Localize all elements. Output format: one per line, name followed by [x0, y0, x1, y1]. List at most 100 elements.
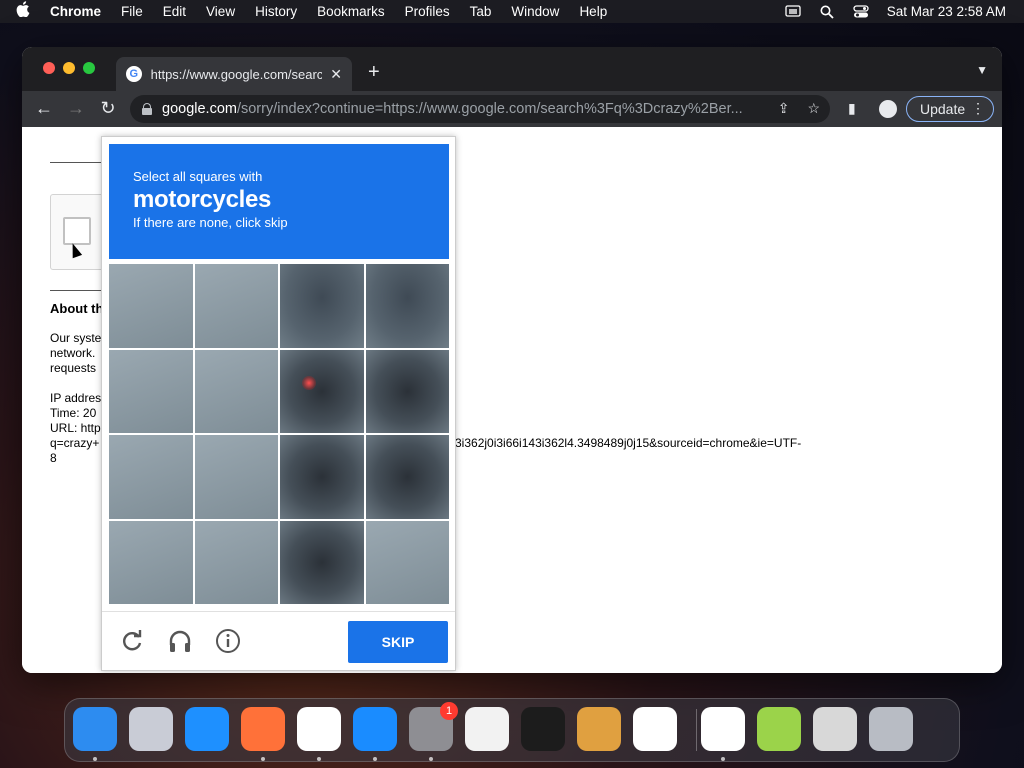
url-line-tail: 8 — [50, 451, 57, 465]
side-panel-icon[interactable]: ▮ — [848, 100, 856, 117]
textedit-dock-icon[interactable] — [465, 707, 509, 751]
tab-title: https://www.google.com/search — [150, 66, 323, 82]
captcha-tile[interactable] — [365, 349, 449, 433]
running-indicator — [373, 757, 377, 761]
menu-file[interactable]: File — [121, 4, 143, 19]
captcha-tile[interactable] — [109, 520, 193, 604]
bookmark-star-icon[interactable]: ☆ — [807, 100, 820, 117]
menu-window[interactable]: Window — [511, 4, 559, 19]
about-heading: About th — [50, 301, 104, 316]
browser-toolbar: ← → ↻ google.com /sorry/index?continue=h… — [22, 91, 1002, 127]
captcha-tile[interactable] — [194, 264, 278, 348]
apple-logo-icon[interactable] — [16, 1, 30, 22]
notification-badge: 1 — [440, 702, 458, 720]
menu-bookmarks[interactable]: Bookmarks — [317, 4, 385, 19]
dock: 1 — [64, 698, 960, 762]
app-store-dock-icon[interactable] — [353, 707, 397, 751]
menu-bar: Chrome File Edit View History Bookmarks … — [0, 0, 1024, 23]
spotlight-search-icon[interactable] — [819, 5, 835, 19]
headphones-icon[interactable] — [167, 628, 193, 654]
vscode-dock-icon[interactable] — [633, 707, 677, 751]
safari-dock-icon[interactable] — [185, 707, 229, 751]
captcha-hint: If there are none, click skip — [133, 215, 288, 230]
trash-dock-icon[interactable] — [869, 707, 913, 751]
launchpad-dock-icon[interactable] — [129, 707, 173, 751]
captcha-tile[interactable] — [194, 435, 278, 519]
new-tab-icon[interactable]: + — [368, 61, 380, 84]
captcha-tile[interactable] — [280, 435, 364, 519]
body-line: network. — [50, 346, 96, 360]
address-bar[interactable]: google.com /sorry/index?continue=https:/… — [130, 95, 830, 123]
menu-history[interactable]: History — [255, 4, 297, 19]
tab-google-sorry[interactable]: G https://www.google.com/search ✕ — [116, 57, 352, 91]
ip-address-line: IP addres — [50, 391, 102, 405]
body-line: Our syste — [50, 331, 102, 345]
zoom-window-button[interactable] — [83, 62, 95, 74]
url-line-tail: 3i362j0i3i66i143i362l4.3498489j0j15&sour… — [455, 436, 802, 450]
url-domain: google.com — [162, 101, 237, 117]
running-indicator — [93, 757, 97, 761]
screen-mirroring-icon[interactable] — [785, 5, 801, 19]
captcha-tile[interactable] — [280, 520, 364, 604]
chrome-dock-icon[interactable] — [297, 707, 341, 751]
more-menu-icon[interactable]: ⋮ — [971, 100, 985, 117]
system-settings-dock-icon[interactable]: 1 — [409, 702, 458, 751]
update-label: Update — [920, 101, 966, 117]
finder-dock-icon[interactable] — [73, 707, 117, 751]
minimize-window-button[interactable] — [63, 62, 75, 74]
visual-studio-dock-icon[interactable] — [701, 707, 745, 751]
reload-icon[interactable]: ↻ — [97, 98, 119, 119]
garageband-dock-icon[interactable] — [577, 707, 621, 751]
tail-light — [302, 375, 316, 390]
captcha-tile[interactable] — [365, 520, 449, 604]
time-line: Time: 20 — [50, 406, 97, 420]
recaptcha-challenge: Select all squares with motorcycles If t… — [101, 136, 456, 671]
running-indicator — [429, 757, 433, 761]
captcha-tile[interactable] — [109, 435, 193, 519]
back-arrow-icon[interactable]: ← — [33, 98, 55, 119]
firefox-dock-icon[interactable] — [241, 707, 285, 751]
captcha-tile[interactable] — [194, 349, 278, 433]
terminal-dock-icon[interactable] — [521, 707, 565, 751]
captcha-instruction: Select all squares with — [133, 169, 263, 184]
chess-dock-icon[interactable] — [813, 707, 857, 751]
lock-icon[interactable] — [142, 103, 152, 115]
profile-avatar-icon[interactable] — [879, 100, 897, 118]
reload-challenge-icon[interactable] — [119, 628, 145, 654]
running-indicator — [721, 757, 725, 761]
captcha-tile[interactable] — [280, 349, 364, 433]
captcha-footer: SKIP — [102, 611, 455, 671]
menu-profiles[interactable]: Profiles — [405, 4, 450, 19]
menu-datetime[interactable]: Sat Mar 23 2:58 AM — [887, 4, 1006, 19]
url-line: q=crazy+ — [50, 436, 100, 450]
captcha-header: Select all squares with motorcycles If t… — [109, 144, 449, 259]
control-center-icon[interactable] — [853, 5, 869, 19]
menu-help[interactable]: Help — [579, 4, 607, 19]
captcha-tile[interactable] — [194, 520, 278, 604]
running-indicator — [261, 757, 265, 761]
captcha-tile[interactable] — [109, 264, 193, 348]
info-icon[interactable] — [215, 628, 241, 654]
menu-app-name[interactable]: Chrome — [50, 4, 101, 19]
share-icon[interactable]: ⇪ — [778, 100, 790, 117]
url-line: URL: http — [50, 421, 101, 435]
tab-close-icon[interactable]: ✕ — [330, 66, 342, 83]
captcha-tile[interactable] — [109, 349, 193, 433]
captcha-tile[interactable] — [280, 264, 364, 348]
menu-view[interactable]: View — [206, 4, 235, 19]
captcha-tile[interactable] — [365, 435, 449, 519]
menu-tab[interactable]: Tab — [470, 4, 492, 19]
close-window-button[interactable] — [43, 62, 55, 74]
menu-edit[interactable]: Edit — [163, 4, 186, 19]
running-indicator — [317, 757, 321, 761]
game-dock-icon[interactable] — [757, 707, 801, 751]
update-button[interactable]: Update ⋮ — [906, 96, 994, 122]
forward-arrow-icon[interactable]: → — [65, 98, 87, 119]
captcha-target: motorcycles — [133, 186, 272, 213]
captcha-tile[interactable] — [365, 264, 449, 348]
chevron-down-icon[interactable]: ▼ — [976, 63, 988, 77]
dock-separator — [696, 709, 697, 751]
skip-button[interactable]: SKIP — [348, 621, 448, 663]
tab-bar: G https://www.google.com/search ✕ + ▼ — [22, 47, 1002, 91]
captcha-image-grid — [109, 264, 449, 604]
